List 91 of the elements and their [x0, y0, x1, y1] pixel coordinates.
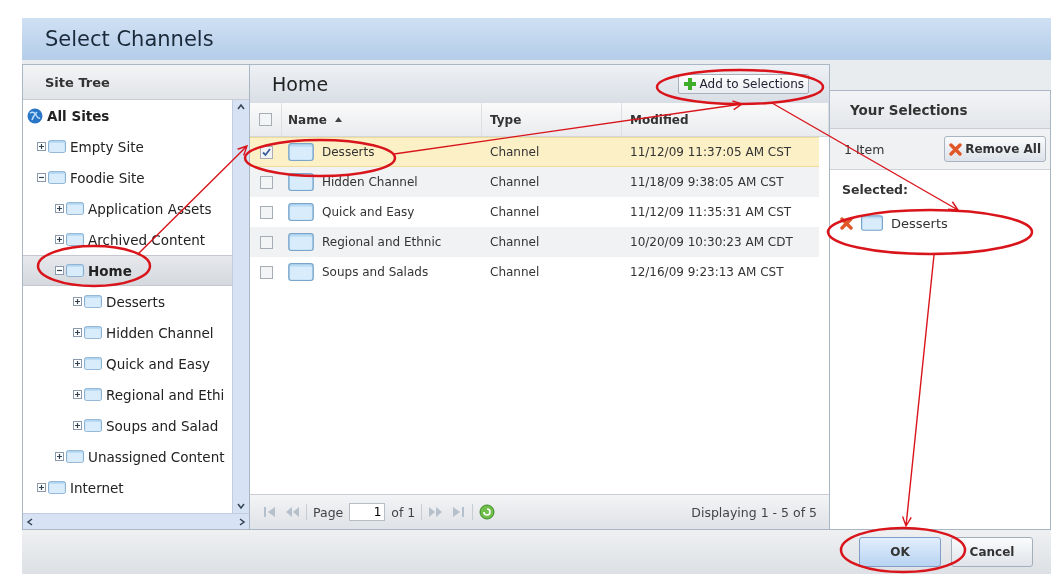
- folder-icon: [48, 140, 66, 153]
- table-cell: 11/12/09 11:37:05 AM CST: [630, 145, 792, 159]
- tree-item[interactable]: Internet: [23, 472, 232, 503]
- table-cell: Channel: [490, 235, 540, 249]
- table-row[interactable]: Regional and Ethnic Channel 10/20/09 10:30:23 AM CDT: [250, 227, 819, 257]
- cancel-button[interactable]: Cancel: [951, 537, 1033, 567]
- table-cell: Hidden Channel: [322, 175, 418, 189]
- expand-icon[interactable]: [73, 297, 82, 306]
- table-row[interactable]: Hidden Channel Channel 11/18/09 9:38:05 AM CST: [250, 167, 819, 197]
- plus-icon: [682, 77, 697, 91]
- panel-title: Site Tree: [45, 74, 110, 90]
- folder-icon: [48, 481, 66, 494]
- expand-icon[interactable]: [73, 390, 82, 399]
- table-cell: Channel: [490, 265, 540, 279]
- folder-icon: [288, 233, 314, 251]
- tree-item[interactable]: Soups and Salad: [23, 410, 232, 441]
- table-cell: 11/12/09 11:35:31 AM CST: [630, 205, 792, 219]
- folder-icon: [84, 295, 102, 308]
- ok-button[interactable]: OK: [859, 537, 941, 567]
- tree-item[interactable]: Foodie Site: [23, 162, 232, 193]
- table-cell: Channel: [490, 205, 540, 219]
- expand-icon[interactable]: [55, 452, 64, 461]
- selected-item[interactable]: Desserts: [830, 197, 1050, 231]
- table-cell: Quick and Easy: [322, 205, 415, 219]
- window-title: Select Channels: [45, 27, 214, 51]
- checkbox[interactable]: [259, 235, 273, 249]
- folder-icon: [288, 143, 314, 161]
- tree-item[interactable]: Archived Content: [23, 224, 232, 255]
- remove-all-button[interactable]: Remove All: [944, 136, 1046, 162]
- table-cell: 12/16/09 9:23:13 AM CST: [630, 265, 784, 279]
- folder-icon: [288, 263, 314, 281]
- tree-item[interactable]: Unassigned Content: [23, 441, 232, 472]
- folder-icon: [84, 357, 102, 370]
- table-cell: Channel: [490, 175, 540, 189]
- page-count: of 1: [391, 504, 416, 520]
- table-row[interactable]: Soups and Salads Channel 12/16/09 9:23:13 AM CST: [250, 257, 819, 287]
- expand-icon[interactable]: [37, 483, 46, 492]
- tree-item[interactable]: Desserts: [23, 286, 232, 317]
- panel-title: Your Selections: [850, 101, 968, 118]
- column-header[interactable]: Name: [288, 112, 327, 127]
- tree-item[interactable]: All Sites: [23, 100, 232, 131]
- globe-icon: [27, 107, 43, 124]
- table-cell: Channel: [490, 145, 540, 159]
- tree-item[interactable]: Quick and Easy: [23, 348, 232, 379]
- column-header[interactable]: Type: [490, 112, 522, 127]
- table-row[interactable]: Quick and Easy Channel 11/12/09 11:35:31 AM CST: [250, 197, 819, 227]
- add-to-selections-button[interactable]: Add to Selections: [677, 74, 809, 94]
- collapse-icon[interactable]: [37, 173, 46, 182]
- folder-icon: [66, 202, 84, 215]
- table-row[interactable]: Desserts Channel 11/12/09 11:37:05 AM CST: [250, 137, 819, 167]
- selected-label: Selected:: [842, 182, 909, 197]
- expand-icon[interactable]: [55, 204, 64, 213]
- expand-icon[interactable]: [55, 235, 64, 244]
- folder-icon: [66, 450, 84, 463]
- table-cell: 11/18/09 9:38:05 AM CST: [630, 175, 784, 189]
- checkbox[interactable]: [259, 113, 272, 126]
- collapse-icon[interactable]: [55, 266, 64, 275]
- expand-icon[interactable]: [73, 421, 82, 430]
- tree-item[interactable]: Hidden Channel: [23, 317, 232, 348]
- remove-icon: [949, 142, 963, 156]
- table-cell: Desserts: [322, 145, 375, 159]
- table-cell: Regional and Ethnic: [322, 235, 442, 249]
- panel-title: Home: [272, 73, 329, 95]
- page-label: Page: [313, 504, 344, 520]
- checkbox[interactable]: [259, 265, 273, 279]
- table-cell: Soups and Salads: [322, 265, 429, 279]
- vertical-scrollbar[interactable]: [232, 100, 249, 513]
- tree-item[interactable]: Regional and Ethi: [23, 379, 232, 410]
- folder-icon: [84, 388, 102, 401]
- folder-icon: [861, 215, 883, 231]
- horizontal-scrollbar[interactable]: [23, 513, 249, 529]
- sort-ascending-icon: [334, 117, 342, 122]
- remove-icon: [840, 216, 853, 230]
- folder-icon: [66, 264, 84, 277]
- expand-icon[interactable]: [73, 359, 82, 368]
- tree-item[interactable]: Empty Site: [23, 131, 232, 162]
- expand-icon[interactable]: [73, 328, 82, 337]
- table-cell: 10/20/09 10:30:23 AM CDT: [630, 235, 793, 249]
- checkbox[interactable]: [259, 205, 273, 219]
- folder-icon: [66, 233, 84, 246]
- display-count: Displaying 1 - 5 of 5: [691, 504, 817, 520]
- folder-icon: [48, 171, 66, 184]
- page-field[interactable]: 1: [349, 503, 386, 521]
- checkbox[interactable]: [259, 175, 273, 189]
- folder-icon: [84, 419, 102, 432]
- tree-item[interactable]: Home: [23, 255, 232, 286]
- expand-icon[interactable]: [37, 142, 46, 151]
- column-header[interactable]: Modified: [630, 112, 689, 127]
- folder-icon: [84, 326, 102, 339]
- refresh-icon[interactable]: [479, 504, 496, 520]
- folder-icon: [288, 203, 314, 221]
